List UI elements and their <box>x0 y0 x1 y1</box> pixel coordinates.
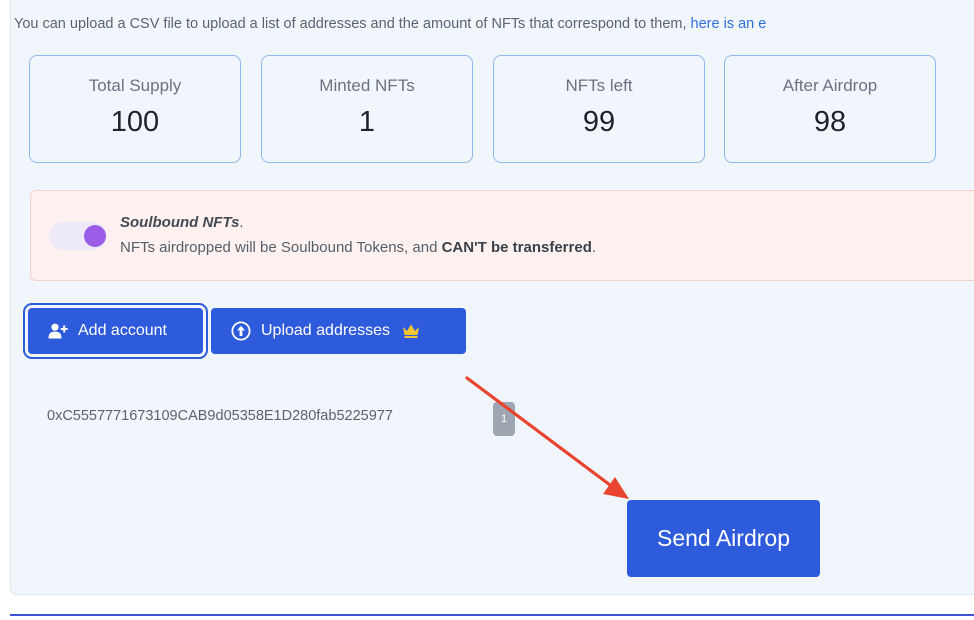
stat-total-supply: Total Supply 100 <box>29 55 241 163</box>
stat-label: Minted NFTs <box>319 76 415 95</box>
arrow-up-circle-icon <box>231 321 251 341</box>
upload-instructions: You can upload a CSV file to upload a li… <box>14 16 766 32</box>
stat-value: 98 <box>813 106 847 138</box>
stat-nfts-left: NFTs left 99 <box>493 55 705 163</box>
stat-label: After Airdrop <box>782 76 878 95</box>
stat-label: NFTs left <box>565 76 633 95</box>
upload-addresses-label: Upload addresses <box>261 322 390 339</box>
stat-value: 1 <box>358 106 376 138</box>
stat-value: 99 <box>582 106 616 138</box>
address-list-item: 0xC5557771673109CAB9d05358E1D280fab52259… <box>47 408 393 424</box>
soulbound-description: NFTs airdropped will be Soulbound Tokens… <box>120 239 597 256</box>
soulbound-title: Soulbound NFTs. <box>120 214 244 231</box>
panel-bottom-border <box>10 614 974 616</box>
stat-value: 100 <box>110 106 160 138</box>
instructions-text: You can upload a CSV file to upload a li… <box>14 16 691 32</box>
send-airdrop-button[interactable]: Send Airdrop <box>627 500 820 577</box>
address-count-badge: 1 <box>493 402 515 436</box>
stat-minted-nfts: Minted NFTs 1 <box>261 55 473 163</box>
stat-after-airdrop: After Airdrop 98 <box>724 55 936 163</box>
add-account-button[interactable]: Add account <box>23 303 208 359</box>
soulbound-toggle[interactable] <box>49 222 107 250</box>
example-link[interactable]: here is an e <box>691 16 767 32</box>
toggle-knob <box>84 225 106 247</box>
soulbound-notice: Soulbound NFTs. NFTs airdropped will be … <box>30 190 974 281</box>
user-plus-icon <box>48 323 68 339</box>
add-account-label: Add account <box>78 322 167 339</box>
stat-label: Total Supply <box>88 76 182 95</box>
crown-icon <box>402 323 420 339</box>
upload-addresses-button[interactable]: Upload addresses <box>211 308 466 354</box>
